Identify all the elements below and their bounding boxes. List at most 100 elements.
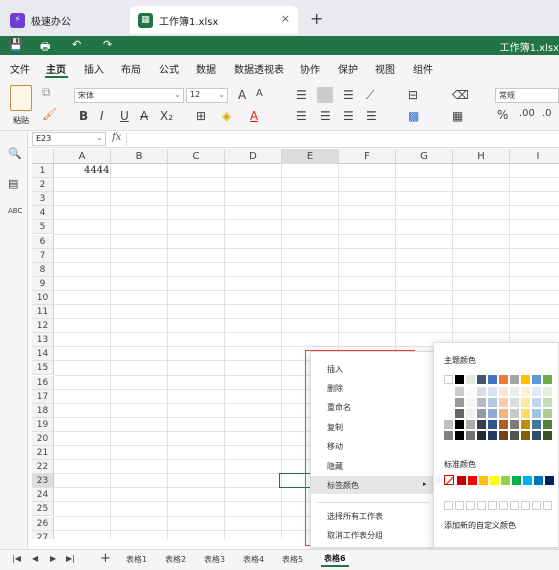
name-box[interactable]: E23 ⌄ [32,132,106,146]
font-size-select[interactable]: 12 ⌄ [186,88,228,103]
ctx-copy[interactable]: 复制 [327,422,343,433]
subscript-icon[interactable]: X₂ [160,109,173,123]
add-sheet-button[interactable]: + [100,551,111,566]
standard-color-swatch[interactable] [490,476,499,485]
theme-color-swatch[interactable] [499,375,508,384]
custom-color-swatch[interactable] [510,501,519,510]
clear-icon[interactable]: ⌫ [452,88,469,102]
column-header-G[interactable]: G [396,149,453,164]
fill-color-icon[interactable]: ◈ [222,109,231,123]
align-left-icon[interactable]: ☰ [296,109,307,123]
font-shrink-icon[interactable]: A [256,88,263,99]
row-header-17[interactable]: 17 [32,389,54,404]
save-icon[interactable]: 💾 [9,38,23,51]
theme-color-swatch[interactable] [499,420,508,429]
ctx-ungroup-sheets[interactable]: 取消工作表分组 [327,530,383,541]
row-header-19[interactable]: 19 [32,417,54,432]
custom-color-swatch[interactable] [488,501,497,510]
menu-protect[interactable]: 保护 [338,61,358,76]
column-header-H[interactable]: H [453,149,510,164]
custom-color-swatch[interactable] [532,501,541,510]
theme-color-swatch[interactable] [477,431,486,440]
row-header-14[interactable]: 14 [32,347,54,362]
decimal-icon[interactable]: .00 [519,108,535,119]
row-header-21[interactable]: 21 [32,446,54,460]
theme-color-swatch[interactable] [510,398,519,407]
theme-color-swatch[interactable] [510,420,519,429]
theme-color-swatch[interactable] [466,431,475,440]
redo-icon[interactable]: ↷ [103,38,112,51]
ctx-move[interactable]: 移动 [327,441,343,452]
theme-color-swatch[interactable] [466,375,475,384]
theme-color-swatch[interactable] [488,431,497,440]
cell-A1[interactable]: 4444 [84,165,109,176]
row-header-15[interactable]: 15 [32,361,54,376]
theme-color-swatch[interactable] [488,409,497,418]
theme-color-swatch[interactable] [510,431,519,440]
row-header-13[interactable]: 13 [32,333,54,348]
theme-color-swatch[interactable] [532,387,541,396]
font-color-icon[interactable]: A [250,109,258,123]
align-top-icon[interactable]: ☰ [296,88,307,102]
column-header-I[interactable]: I [510,149,559,164]
theme-color-swatch[interactable] [521,420,530,429]
custom-color-swatch[interactable] [521,501,530,510]
theme-color-swatch[interactable] [455,375,464,384]
bold-button[interactable]: B [79,109,88,123]
number-format-select[interactable]: 常规 [495,88,559,103]
row-header-3[interactable]: 3 [32,192,54,207]
decimal-shrink-icon[interactable]: .0 [542,108,552,119]
column-header-D[interactable]: D [225,149,282,164]
theme-color-swatch[interactable] [532,420,541,429]
menu-pivot[interactable]: 数据透视表 [234,61,284,76]
sheet-tab-1[interactable]: 表格1 [126,554,147,565]
theme-color-swatch[interactable] [477,387,486,396]
theme-color-swatch[interactable] [444,409,453,418]
text-orientation-icon[interactable]: ⟋ [366,88,374,103]
row-header-26[interactable]: 26 [32,516,54,531]
theme-color-swatch[interactable] [444,375,453,384]
sheet-tab-3[interactable]: 表格3 [204,554,225,565]
custom-color-swatch[interactable] [499,501,508,510]
column-header-A[interactable]: A [54,149,111,164]
theme-color-swatch[interactable] [532,431,541,440]
ctx-insert[interactable]: 插入 [327,364,343,375]
row-header-5[interactable]: 5 [32,220,54,235]
row-header-1[interactable]: 1 [32,164,54,178]
row-header-11[interactable]: 11 [32,305,54,319]
theme-color-swatch[interactable] [444,387,453,396]
border-icon[interactable]: ⊞ [196,109,206,123]
row-header-2[interactable]: 2 [32,178,54,193]
standard-color-swatch[interactable] [468,476,477,485]
spellcheck-icon[interactable]: ABC [8,207,22,215]
row-header-12[interactable]: 12 [32,319,54,334]
row-header-9[interactable]: 9 [32,276,54,291]
custom-color-swatch[interactable] [466,501,475,510]
row-header-16[interactable]: 16 [32,375,54,390]
custom-color-swatch[interactable] [543,501,552,510]
theme-color-swatch[interactable] [455,409,464,418]
theme-color-swatch[interactable] [510,375,519,384]
theme-color-swatch[interactable] [488,375,497,384]
row-header-4[interactable]: 4 [32,206,54,221]
theme-color-swatch[interactable] [477,420,486,429]
ctx-hide[interactable]: 隐藏 [327,461,343,472]
row-header-23[interactable]: 23 [32,474,54,489]
sheet-tab-5[interactable]: 表格5 [282,554,303,565]
theme-color-swatch[interactable] [543,431,552,440]
align-bottom-icon[interactable]: ☰ [343,88,354,102]
paste-icon[interactable] [10,85,32,111]
first-sheet-icon[interactable]: |◀ [12,554,21,563]
theme-color-swatch[interactable] [466,409,475,418]
custom-color-swatch[interactable] [477,501,486,510]
row-header-10[interactable]: 10 [32,290,54,305]
theme-color-swatch[interactable] [499,398,508,407]
sheet-tab-6[interactable]: 表格6 [321,552,349,567]
menu-view[interactable]: 视图 [375,61,395,76]
standard-color-swatch[interactable] [523,476,532,485]
theme-color-swatch[interactable] [532,375,541,384]
align-right-icon[interactable]: ☰ [343,109,354,123]
custom-color-swatch[interactable] [455,501,464,510]
column-header-F[interactable]: F [339,149,396,164]
next-sheet-icon[interactable]: ▶ [50,554,56,563]
